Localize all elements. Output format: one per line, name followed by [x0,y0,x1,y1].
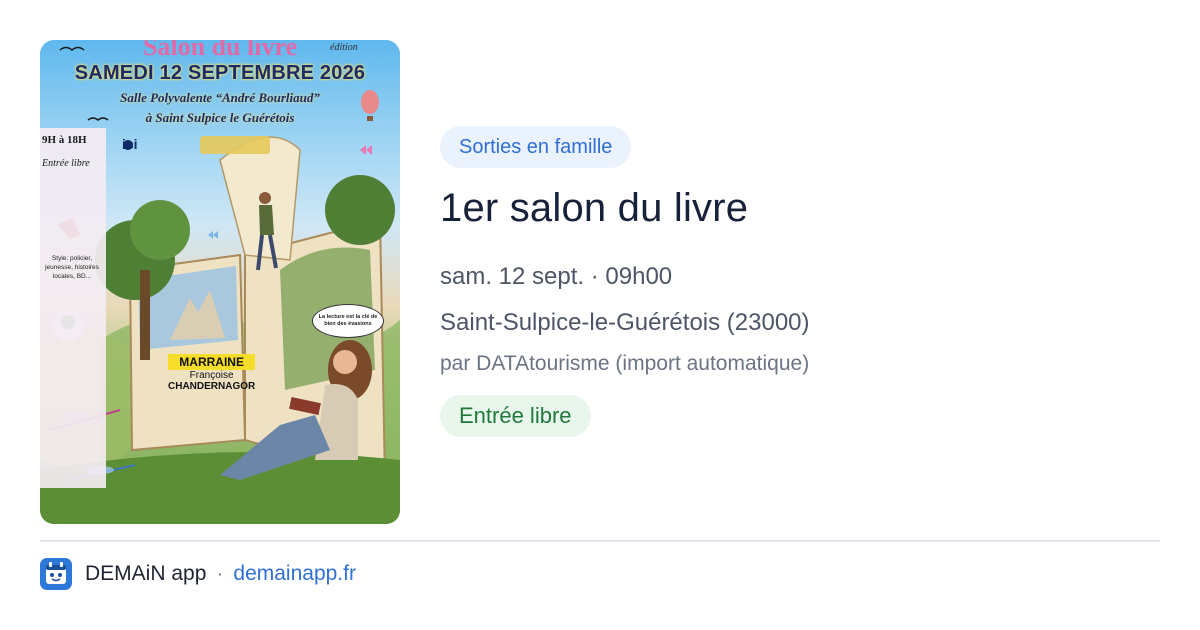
price-badge: Entrée libre [440,395,591,437]
event-source: par DATAtourisme (import automatique) [440,352,810,375]
event-location: Saint-Sulpice-le-Guérétois (23000) [440,309,810,336]
event-card[interactable]: Salon du livre édition SAMEDI 12 SEPTEMB… [0,0,1200,630]
poster-marraine-label: MARRAINE [168,354,256,370]
poster-salle-text: Salle Polyvalente “André Bourliaud” [120,90,320,105]
event-title[interactable]: 1er salon du livre [440,186,748,231]
poster-date-text: SAMEDI 12 SEPTEMBRE 2026 [74,62,366,84]
event-poster-image[interactable]: Salon du livre édition SAMEDI 12 SEPTEMB… [40,40,400,524]
poster-edition-text: édition [330,42,358,53]
footer: DEMAiN app · demainapp.fr [40,558,356,590]
domain-link[interactable]: demainapp.fr [233,562,356,586]
poster-ici-logo: ici [122,136,138,152]
app-name: DEMAiN app [85,562,207,585]
category-badge[interactable]: Sorties en famille [440,126,632,168]
poster-hours-text: 9H à 18H [42,134,87,146]
footer-divider [40,540,1160,542]
poster-marraine-first: Françoise [189,370,234,381]
event-datetime: sam. 12 sept. · 09h00 [440,263,673,290]
poster-marraine-last: CHANDERNAGOR [168,381,256,392]
demain-app-icon[interactable] [40,558,72,590]
poster-thought-bubble: La lecture est la clé de bien des évasio… [312,304,384,338]
poster-entree-text: Entrée libre [42,158,90,169]
poster-style-text: Style: policier, jeunesse, histoires loc… [45,255,99,280]
poster-side-panel [40,128,106,488]
poster-marraine-block: MARRAINE Françoise CHANDERNAGOR [168,354,256,392]
footer-separator: · [216,562,224,585]
calendar-face-icon [42,560,70,588]
poster-lieu-text: à Saint Sulpice le Guérétois [145,110,295,125]
